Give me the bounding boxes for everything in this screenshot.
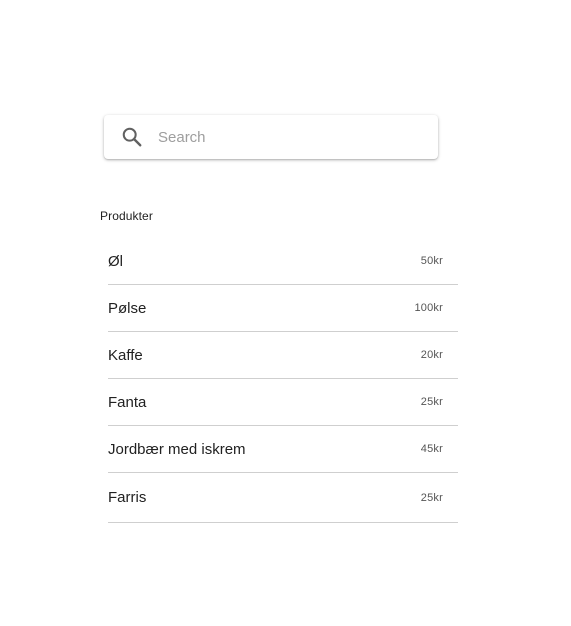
product-item-kaffe[interactable]: Kaffe 20kr bbox=[108, 332, 458, 379]
product-item-ol[interactable]: Øl 50kr bbox=[108, 238, 458, 285]
product-price: 50kr bbox=[420, 255, 443, 267]
product-item-farris[interactable]: Farris 25kr bbox=[108, 473, 458, 523]
product-item-fanta[interactable]: Fanta 25kr bbox=[108, 379, 458, 426]
product-price: 20kr bbox=[420, 349, 443, 361]
search-icon bbox=[122, 127, 142, 147]
product-price: 100kr bbox=[414, 302, 443, 314]
search-input[interactable] bbox=[158, 115, 418, 159]
product-name: Kaffe bbox=[108, 346, 143, 364]
product-name: Jordbær med iskrem bbox=[108, 440, 246, 458]
products-heading: Produkter bbox=[100, 209, 153, 223]
search-box[interactable] bbox=[104, 115, 438, 159]
product-item-polse[interactable]: Pølse 100kr bbox=[108, 285, 458, 332]
product-price: 45kr bbox=[420, 443, 443, 455]
product-item-jordbaer-med-iskrem[interactable]: Jordbær med iskrem 45kr bbox=[108, 426, 458, 473]
product-name: Fanta bbox=[108, 393, 147, 411]
product-name: Pølse bbox=[108, 299, 147, 317]
product-list: Øl 50kr Pølse 100kr Kaffe 20kr Fanta 25k… bbox=[108, 238, 458, 523]
product-name: Farris bbox=[108, 489, 147, 506]
product-price: 25kr bbox=[420, 396, 443, 408]
product-price: 25kr bbox=[420, 491, 443, 504]
product-name: Øl bbox=[108, 252, 123, 270]
